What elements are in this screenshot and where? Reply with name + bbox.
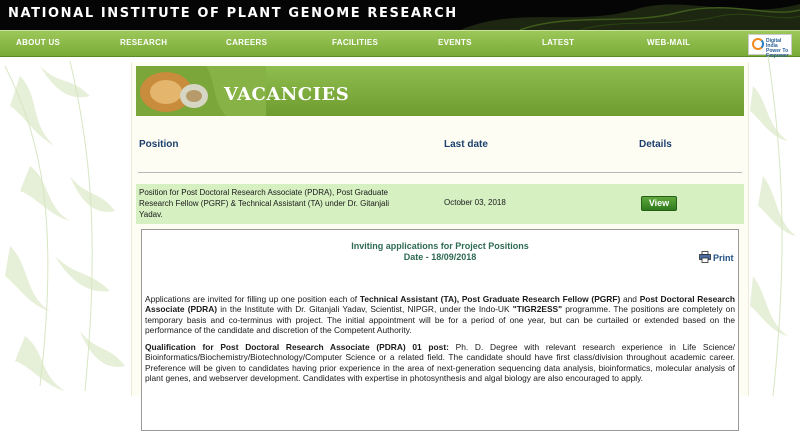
nav-about-us[interactable]: ABOUT US — [16, 38, 60, 47]
banner-title: VACANCIES — [224, 84, 350, 105]
site-title: NATIONAL INSTITUTE OF PLANT GENOME RESEA… — [8, 6, 458, 21]
main-nav: ABOUT US RESEARCH CAREERS FACILITIES EVE… — [0, 30, 800, 59]
row-last-date: October 03, 2018 — [444, 198, 506, 207]
header-decoration — [460, 4, 800, 30]
vacancy-detail: Inviting applications for Project Positi… — [141, 229, 739, 431]
fern-background-right — [750, 56, 796, 396]
nav-events[interactable]: EVENTS — [438, 38, 472, 47]
vacancies-banner: VACANCIES — [136, 66, 744, 116]
nav-latest[interactable]: LATEST — [542, 38, 574, 47]
row-position: Position for Post Doctoral Research Asso… — [139, 188, 390, 219]
nav-facilities[interactable]: FACILITIES — [332, 38, 378, 47]
nav-careers[interactable]: CAREERS — [226, 38, 267, 47]
col-header-last-date: Last date — [444, 139, 488, 150]
col-header-details: Details — [639, 139, 672, 150]
detail-heading: Inviting applications for Project Positi… — [351, 241, 529, 251]
intro-paragraph: Applications are invited for filling up … — [145, 294, 735, 336]
view-button[interactable]: View — [641, 196, 677, 211]
print-label: Print — [713, 253, 734, 263]
site-header: NATIONAL INSTITUTE OF PLANT GENOME RESEA… — [0, 0, 800, 30]
digital-india-icon — [752, 38, 764, 50]
digital-india-logo[interactable]: Digital India Power To Empower — [748, 34, 792, 59]
table-row: Position for Post Doctoral Research Asso… — [136, 184, 744, 224]
fern-background-left — [4, 60, 125, 392]
header-divider — [138, 172, 742, 173]
printer-icon — [699, 251, 711, 263]
nav-web-mail[interactable]: WEB-MAIL — [647, 38, 690, 47]
col-header-position: Position — [139, 139, 179, 150]
detail-date: Date - 18/09/2018 — [403, 252, 477, 262]
qualification-paragraph: Qualification for Post Doctoral Research… — [145, 342, 735, 384]
content-panel: VACANCIES Position Last date Details Pos… — [131, 62, 749, 431]
nav-research[interactable]: RESEARCH — [120, 38, 167, 47]
